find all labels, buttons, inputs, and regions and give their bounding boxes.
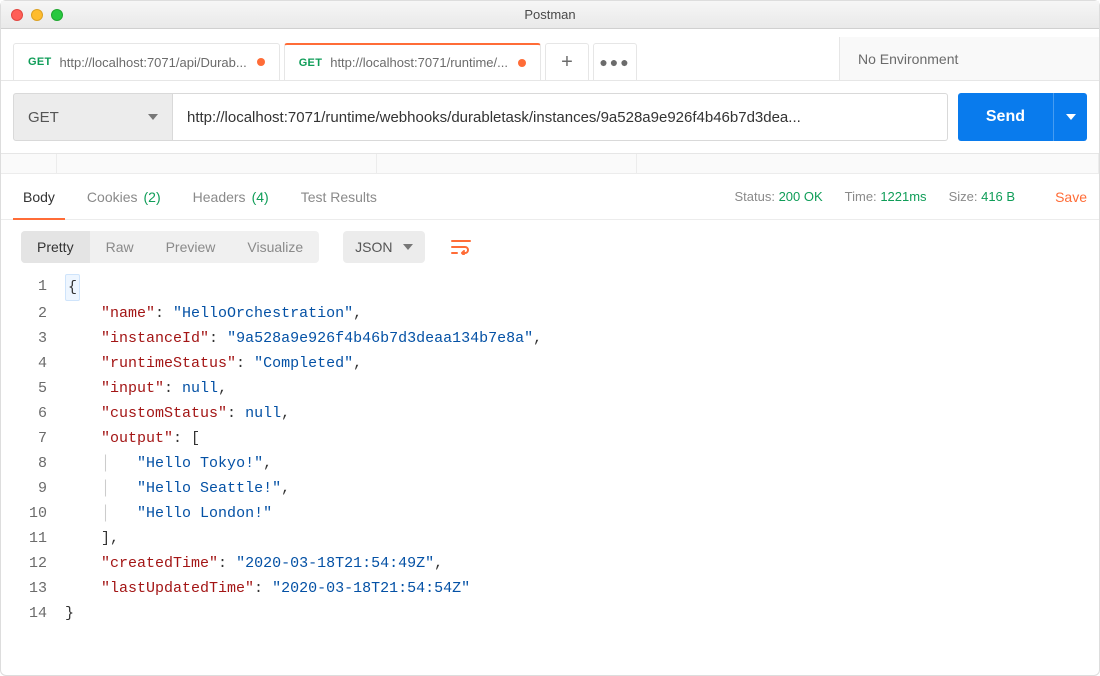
response-meta: Status: 200 OK Time: 1221ms Size: 416 B …: [734, 189, 1087, 205]
request-tab-method: GET: [299, 57, 323, 69]
response-body-viewer[interactable]: 1{2 "name": "HelloOrchestration",3 "inst…: [1, 274, 1099, 646]
chevron-down-icon: [403, 244, 413, 250]
time-meta: Time: 1221ms: [845, 189, 927, 204]
code-line: 9 │ "Hello Seattle!",: [21, 476, 1079, 501]
window-title: Postman: [1, 7, 1099, 22]
request-tab-label: http://localhost:7071/runtime/...: [330, 55, 508, 70]
request-url-value: http://localhost:7071/runtime/webhooks/d…: [187, 109, 801, 126]
code-line: 7 "output": [: [21, 426, 1079, 451]
new-tab-button[interactable]: +: [545, 43, 589, 80]
send-button-label: Send: [958, 108, 1053, 126]
code-line: 8 │ "Hello Tokyo!",: [21, 451, 1079, 476]
save-response-button[interactable]: Save: [1055, 189, 1087, 205]
code-line: 3 "instanceId": "9a528a9e926f4b46b7d3dea…: [21, 326, 1079, 351]
send-options-button[interactable]: [1053, 93, 1087, 141]
request-tab-method: GET: [28, 56, 52, 68]
ellipsis-icon: ●●●: [599, 54, 630, 70]
request-tab-1[interactable]: GET http://localhost:7071/runtime/...: [284, 43, 541, 80]
code-line: 14}: [21, 601, 1079, 626]
line-wrap-button[interactable]: [443, 230, 479, 264]
request-url-input[interactable]: http://localhost:7071/runtime/webhooks/d…: [173, 93, 948, 141]
body-view-options: Pretty Raw Preview Visualize JSON: [1, 220, 1099, 274]
response-tab-body[interactable]: Body: [13, 174, 65, 219]
code-line: 10 │ "Hello London!": [21, 501, 1079, 526]
response-tab-test-results[interactable]: Test Results: [291, 174, 387, 219]
code-line: 13 "lastUpdatedTime": "2020-03-18T21:54:…: [21, 576, 1079, 601]
tab-options-button[interactable]: ●●●: [593, 43, 637, 80]
code-line: 12 "createdTime": "2020-03-18T21:54:49Z"…: [21, 551, 1079, 576]
environment-label: No Environment: [858, 51, 958, 67]
unsaved-dot-icon: [257, 58, 265, 66]
status-meta: Status: 200 OK: [734, 189, 822, 204]
chevron-down-icon: [148, 114, 158, 120]
code-line: 4 "runtimeStatus": "Completed",: [21, 351, 1079, 376]
response-tab-cookies[interactable]: Cookies(2): [77, 174, 171, 219]
view-mode-pretty[interactable]: Pretty: [21, 231, 90, 263]
view-mode-group: Pretty Raw Preview Visualize: [21, 231, 319, 263]
view-mode-visualize[interactable]: Visualize: [231, 231, 319, 263]
view-mode-preview[interactable]: Preview: [150, 231, 232, 263]
request-line: GET http://localhost:7071/runtime/webhoo…: [1, 81, 1099, 154]
http-method-value: GET: [28, 109, 59, 126]
plus-icon: +: [561, 51, 573, 74]
response-tab-headers[interactable]: Headers(4): [183, 174, 279, 219]
size-meta: Size: 416 B: [949, 189, 1016, 204]
body-format-select[interactable]: JSON: [343, 231, 424, 263]
http-method-select[interactable]: GET: [13, 93, 173, 141]
code-line: 6 "customStatus": null,: [21, 401, 1079, 426]
window-titlebar: Postman: [1, 1, 1099, 29]
response-tabs: Body Cookies(2) Headers(4) Test Results …: [1, 174, 1099, 220]
code-line: 2 "name": "HelloOrchestration",: [21, 301, 1079, 326]
code-line: 11 ],: [21, 526, 1079, 551]
wrap-icon: [451, 239, 471, 255]
request-tabs-bar: GET http://localhost:7071/api/Durab... G…: [1, 37, 1099, 81]
unsaved-dot-icon: [518, 59, 526, 67]
view-mode-raw[interactable]: Raw: [90, 231, 150, 263]
environment-selector[interactable]: No Environment: [839, 37, 1099, 80]
request-tab-0[interactable]: GET http://localhost:7071/api/Durab...: [13, 43, 280, 80]
request-subtabs-stub: [1, 154, 1099, 174]
code-line: 5 "input": null,: [21, 376, 1079, 401]
code-line: 1{: [21, 274, 1079, 301]
send-button[interactable]: Send: [958, 93, 1087, 141]
request-tab-label: http://localhost:7071/api/Durab...: [60, 55, 247, 70]
chevron-down-icon: [1066, 114, 1076, 120]
